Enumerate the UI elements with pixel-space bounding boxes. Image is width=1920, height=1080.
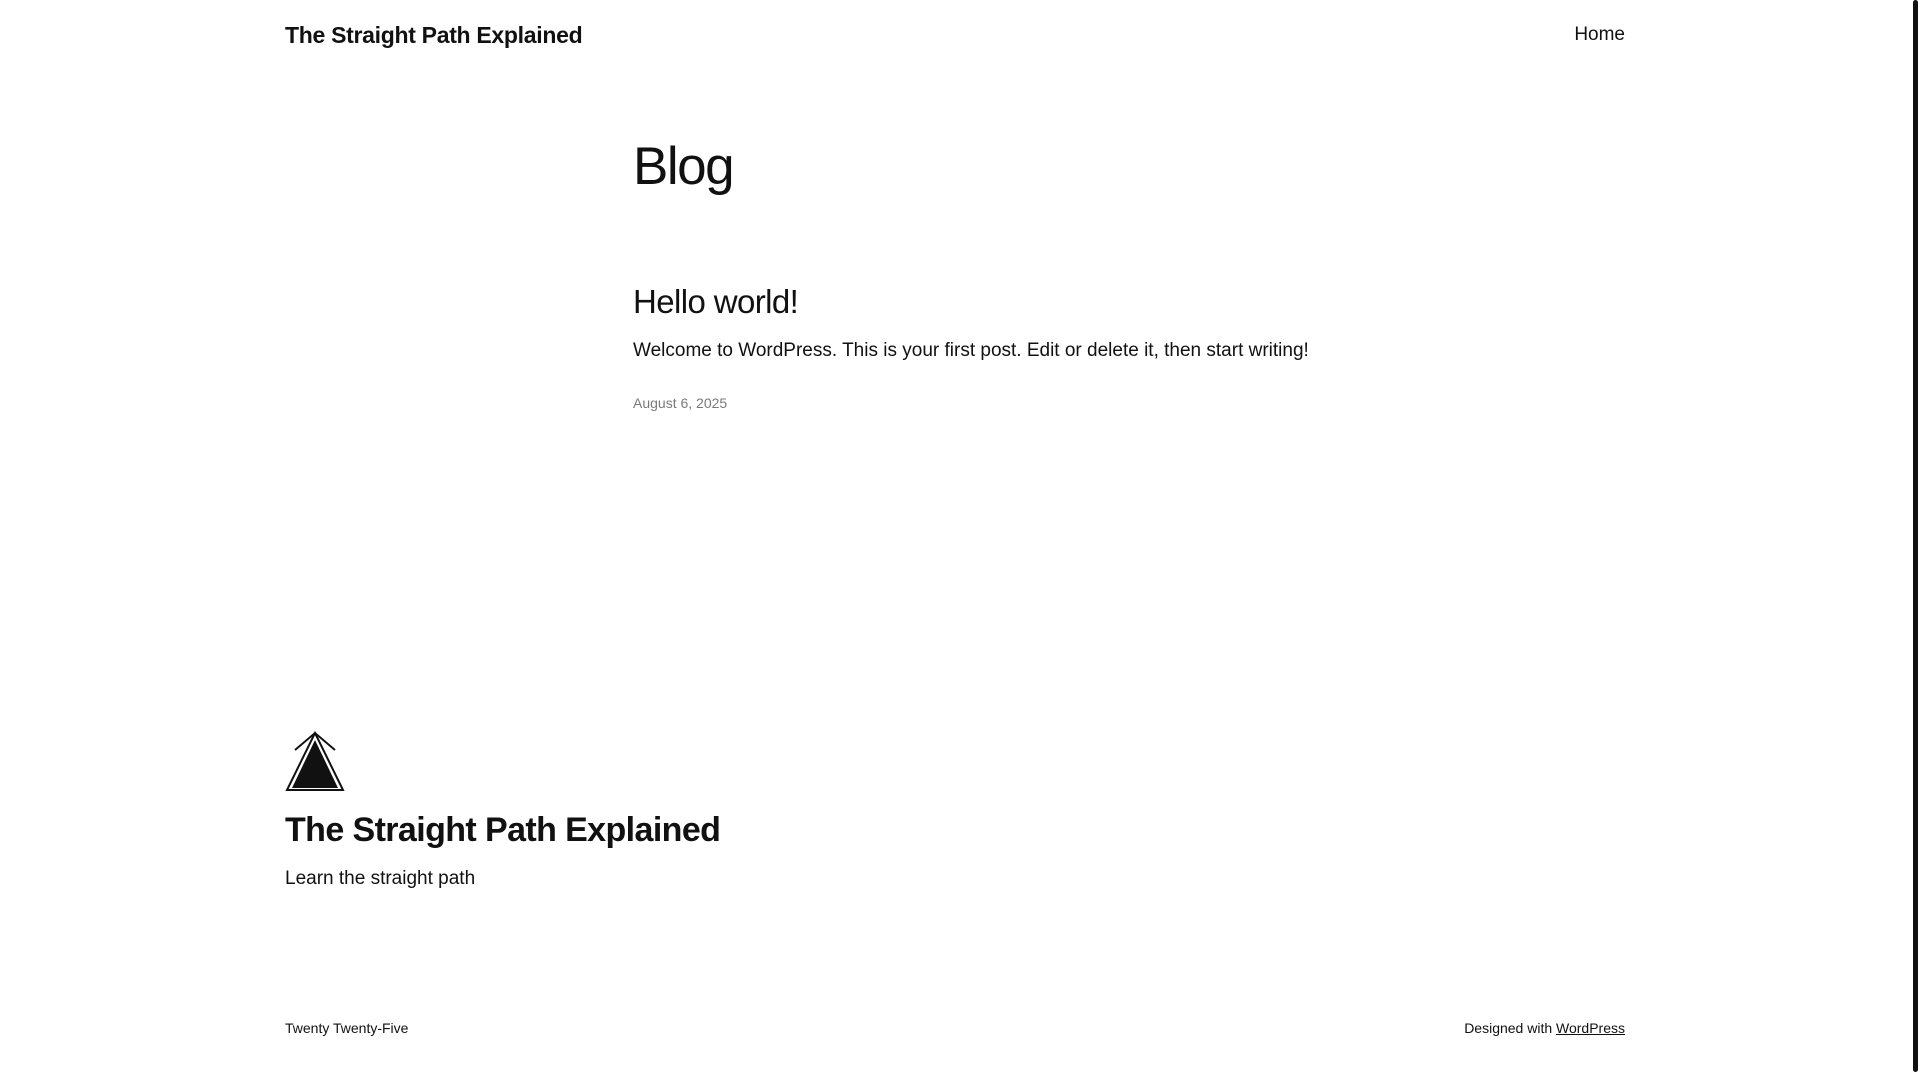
post-date[interactable]: August 6, 2025 (633, 393, 727, 413)
post-excerpt: Welcome to WordPress. This is your first… (633, 340, 1309, 361)
post-title-link[interactable]: Hello world! (633, 280, 799, 324)
site-title-link[interactable]: The Straight Path Explained (285, 20, 583, 50)
footer-site-title-link[interactable]: The Straight Path Explained (285, 808, 721, 852)
upward-arrow-triangle-icon[interactable] (285, 731, 345, 792)
wordpress-link[interactable]: WordPress (1556, 1020, 1625, 1036)
footer-tagline: Learn the straight path (285, 868, 476, 889)
footer-credit-prefix: Designed with (1464, 1020, 1553, 1036)
page-title: Blog (633, 137, 735, 196)
scrollbar-thumb[interactable] (1913, 0, 1918, 1072)
nav-home-link[interactable]: Home (1574, 21, 1625, 49)
footer-credit: Designed with WordPress (1464, 1018, 1625, 1038)
vertical-scrollbar[interactable] (1912, 0, 1920, 1080)
page: The Straight Path Explained Home Blog He… (0, 0, 1920, 1080)
footer-theme-name: Twenty Twenty-Five (285, 1020, 409, 1036)
